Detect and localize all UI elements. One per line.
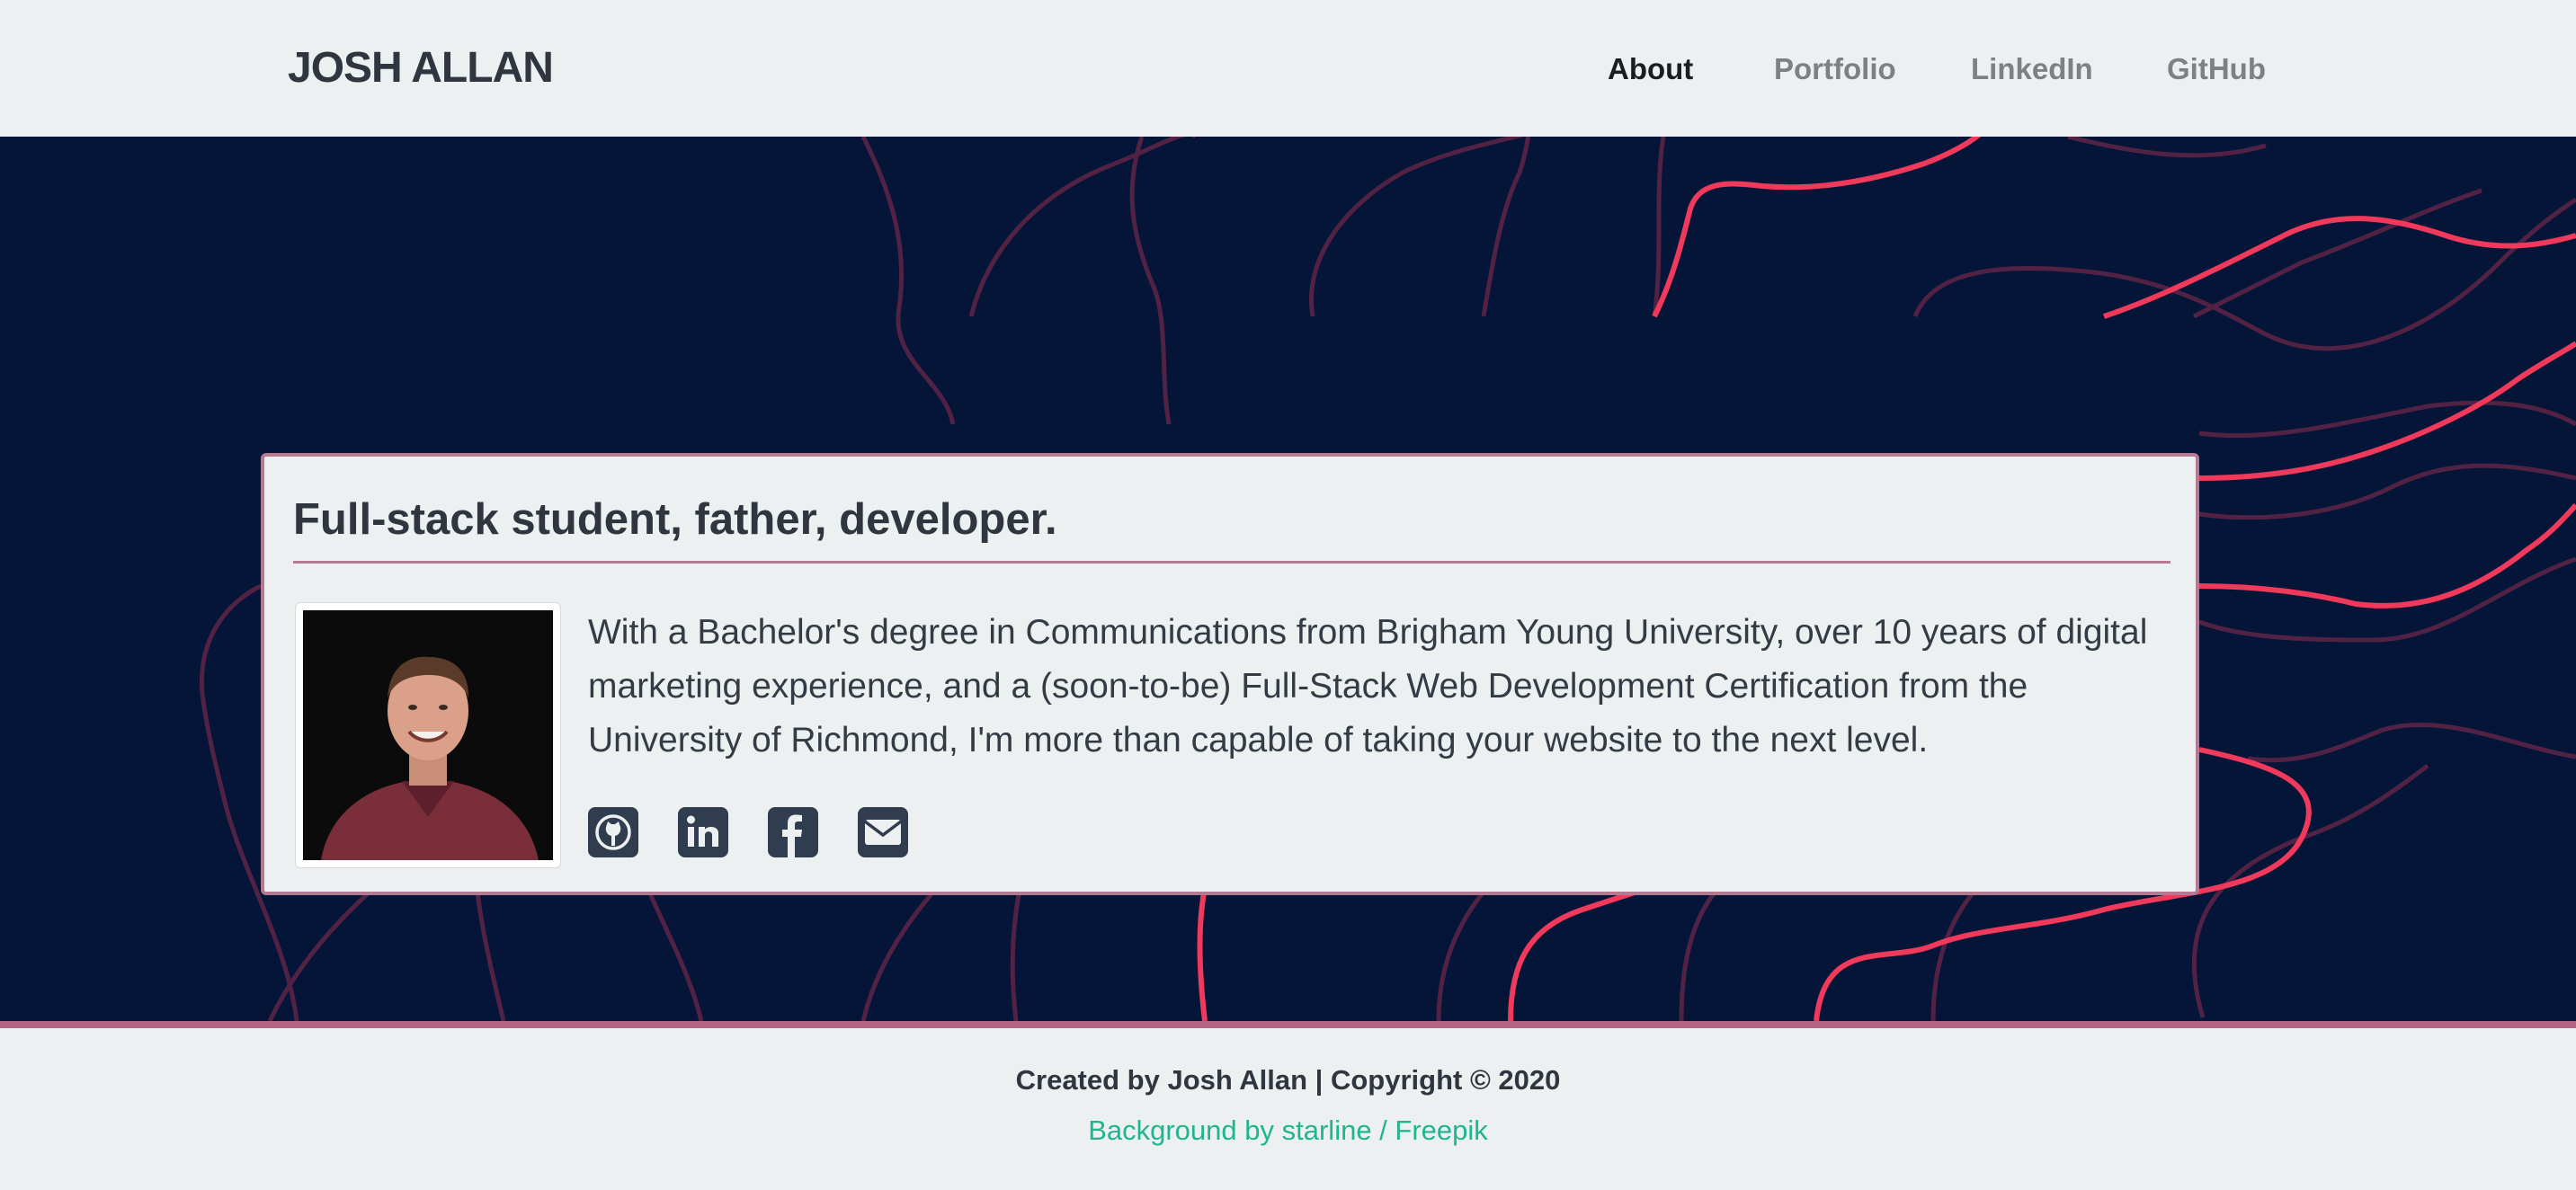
github-icon[interactable] xyxy=(588,807,638,857)
footer-credit-prefix: Background by xyxy=(1088,1115,1282,1146)
about-heading: Full-stack student, father, developer. xyxy=(293,495,1057,544)
about-card: Full-stack student, father, developer. W… xyxy=(261,453,2199,895)
footer: Created by Josh Allan | Copyright © 2020… xyxy=(0,1028,2576,1190)
footer-credit: Background by starline / Freepik xyxy=(0,1115,2576,1147)
freepik-link[interactable]: Freepik xyxy=(1395,1115,1487,1146)
nav-link-linkedin[interactable]: LinkedIn xyxy=(1971,52,2093,86)
envelope-icon[interactable] xyxy=(858,807,908,857)
brand-logo[interactable]: JOSH ALLAN xyxy=(288,43,554,93)
profile-photo-frame xyxy=(295,602,561,868)
heading-divider xyxy=(293,561,2170,564)
footer-border xyxy=(0,1021,2576,1028)
hero-section: Full-stack student, father, developer. W… xyxy=(0,137,2576,1021)
nav-link-about[interactable]: About xyxy=(1608,52,1693,86)
navbar: JOSH ALLAN About Portfolio LinkedIn GitH… xyxy=(0,0,2576,137)
bio-text: With a Bachelor's degree in Communicatio… xyxy=(588,613,2148,759)
nav-link-github[interactable]: GitHub xyxy=(2167,52,2266,86)
profile-photo-illustration xyxy=(303,610,553,860)
nav-link-portfolio[interactable]: Portfolio xyxy=(1774,52,1896,86)
starline-link[interactable]: starline xyxy=(1282,1115,1372,1146)
linkedin-icon[interactable] xyxy=(678,807,728,857)
facebook-icon[interactable] xyxy=(768,807,818,857)
footer-copyright: Created by Josh Allan | Copyright © 2020 xyxy=(1015,1064,1561,1096)
profile-photo xyxy=(303,610,553,860)
footer-credit-separator: / xyxy=(1371,1115,1395,1146)
